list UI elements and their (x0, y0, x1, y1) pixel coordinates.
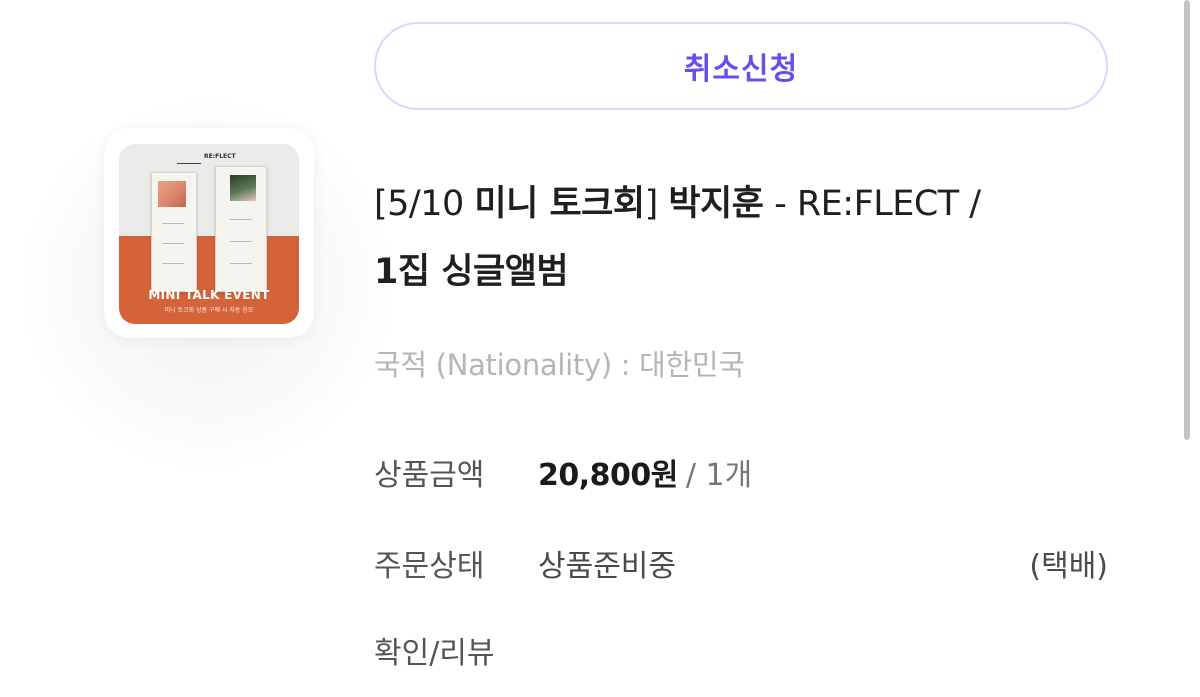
event-subtitle: 미니 토크회 상품 구매 시 자동 응모 (164, 307, 254, 314)
status-value: 상품준비중 (538, 549, 676, 584)
price-quantity: / 1개 (685, 458, 753, 493)
album-cover-2 (215, 166, 267, 292)
album-cover-1 (151, 172, 197, 292)
delivery-type: (택배) (1029, 549, 1108, 584)
album-photo-2 (230, 175, 256, 201)
product-nationality: 국적 (Nationality) : 대한민국 (374, 348, 745, 382)
product-title-line-1: [5/10 미니 토크회] 박지훈 - RE:FLECT / (374, 184, 981, 224)
product-title-line-2: 1집 싱글앨범 (374, 252, 569, 292)
price-row: 상품금액 20,800원 / 1개 (374, 452, 1108, 493)
product-thumbnail[interactable]: RE:FLECT MINI TALK EVENT 미니 토크회 상품 구매 시 … (119, 144, 299, 324)
price-label: 상품금액 (374, 458, 485, 493)
album-logo: RE:FLECT (177, 148, 241, 164)
logo-mark-icon (177, 149, 201, 164)
cancel-request-button[interactable]: 취소신청 (374, 22, 1108, 110)
price-amount: 20,800원 (538, 458, 678, 493)
status-row: 주문상태 상품준비중 (택배) (374, 543, 1108, 584)
review-label[interactable]: 확인/리뷰 (374, 628, 538, 672)
logo-text: RE:FLECT (204, 152, 236, 160)
scrollbar[interactable] (1184, 0, 1190, 440)
album-photo-1 (158, 181, 186, 207)
review-row[interactable]: 확인/리뷰 (374, 628, 1108, 672)
event-title: MINI TALK EVENT (148, 288, 270, 302)
status-label: 주문상태 (374, 549, 485, 584)
product-title[interactable]: [5/10 미니 토크회] 박지훈 - RE:FLECT / 1집 싱글앨범 (374, 170, 1074, 306)
